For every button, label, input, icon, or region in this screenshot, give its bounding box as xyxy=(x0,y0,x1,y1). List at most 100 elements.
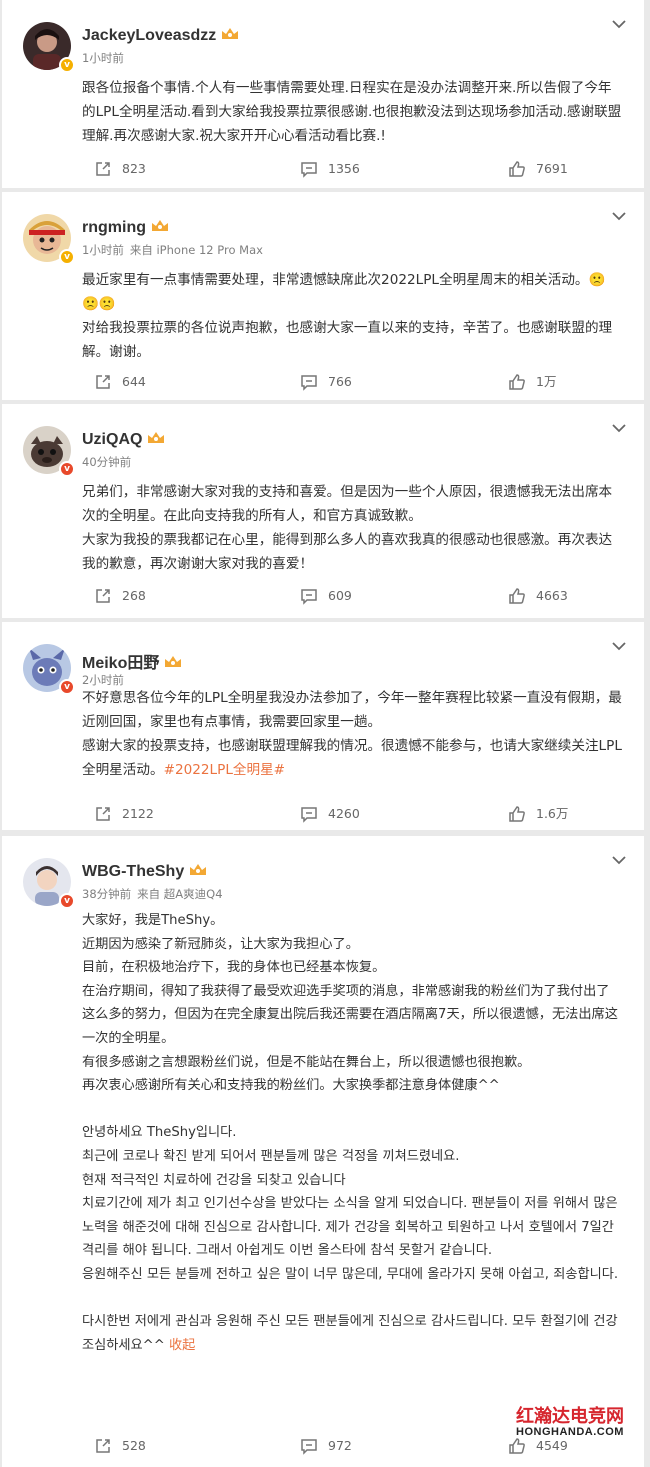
post-meta: 38分钟前 来自 超A爽迪Q4 xyxy=(82,886,223,902)
post-paragraph: 近期因为感染了新冠肺炎，让大家为我担心了。 xyxy=(82,936,359,952)
like-icon xyxy=(509,374,525,390)
repost-button[interactable]: 2122 xyxy=(94,802,154,826)
repost-button[interactable]: 528 xyxy=(94,1434,146,1458)
post-paragraph-text: 다시한번 저에게 관심과 응원해 주신 모든 팬분들에게 진심으로 감사드립니다… xyxy=(82,1314,622,1353)
like-button[interactable]: 1万 xyxy=(508,370,556,394)
like-button[interactable]: 1.6万 xyxy=(508,802,568,826)
post-paragraph xyxy=(82,1287,622,1311)
post-time[interactable]: 40分钟前 xyxy=(82,455,131,469)
user-name[interactable]: UziQAQ xyxy=(82,431,166,449)
repost-count: 528 xyxy=(122,1438,146,1453)
verified-icon: v xyxy=(59,57,75,73)
crown-icon xyxy=(152,220,168,231)
repost-icon xyxy=(96,375,110,389)
post-meta: 1小时前 xyxy=(82,50,130,66)
collapse-link[interactable]: 收起 xyxy=(169,1338,195,1353)
post-paragraph: 有很多感谢之言想跟粉丝们说，但是不能站在舞台上，所以很遗憾也很抱歉。 xyxy=(82,1054,531,1070)
post-paragraph: 再次衷心感谢所有关心和支持我的粉丝们。大家换季都注意身体健康^^ xyxy=(82,1078,500,1094)
post-card: v Meiko田野 2小时前 不好意思各位今年的LPL全明星我没办法参加了，今年… xyxy=(2,622,644,830)
watermark-en: HONGHANDA.COM xyxy=(516,1426,624,1438)
comment-count: 972 xyxy=(328,1438,352,1453)
post-actions: 2122 4260 1.6万 xyxy=(2,802,644,826)
comment-count: 4260 xyxy=(328,806,360,821)
like-icon xyxy=(509,1438,525,1454)
repost-button[interactable]: 823 xyxy=(94,157,146,181)
like-icon xyxy=(509,161,525,177)
post-card: v UziQAQ 40分钟前 兄弟们，非常感谢大家对我的支持和喜爱。但是因为一些… xyxy=(2,404,644,618)
comment-count: 609 xyxy=(328,588,352,603)
comment-button[interactable]: 766 xyxy=(300,370,352,394)
post-time[interactable]: 38分钟前 xyxy=(82,887,131,901)
post-text: 跟各位报备个事情.个人有一些事情需要处理.日程实在是没办法调整开来.所以告假了今… xyxy=(82,76,622,148)
comment-count: 766 xyxy=(328,374,352,389)
comment-icon xyxy=(301,807,317,823)
post-paragraph: 현재 적극적인 치료하에 건강을 되찾고 있습니다 xyxy=(82,1172,346,1188)
comment-button[interactable]: 609 xyxy=(300,584,352,608)
post-paragraph: 兄弟们，非常感谢大家对我的支持和喜爱。但是因为一些个人原因，很遗憾我无法出席本次… xyxy=(82,484,613,524)
crown-icon xyxy=(148,432,165,443)
post-paragraph: 目前，在积极地治疗下，我的身体也已经基本恢复。 xyxy=(82,960,386,976)
chevron-down-icon[interactable] xyxy=(610,422,628,434)
comment-icon xyxy=(301,162,317,178)
post-actions: 268 609 4663 xyxy=(2,584,644,608)
user-name[interactable]: JackeyLoveasdzz xyxy=(82,27,240,45)
crown-icon xyxy=(222,28,239,39)
post-paragraph: 大家为我投的票我都记在心里，能得到那么多人的喜欢我真的很感动也很感激。再次表达我… xyxy=(82,532,613,572)
post-actions: 823 1356 7691 xyxy=(2,157,644,181)
post-text: 最近家里有一点事情需要处理，非常遗憾缺席此次2022LPL全明星周末的相关活动。… xyxy=(82,268,622,364)
user-name[interactable]: WBG-TheShy xyxy=(82,863,208,881)
repost-count: 644 xyxy=(122,374,146,389)
post-source: 来自 iPhone 12 Pro Max xyxy=(129,243,263,257)
post-paragraph: 感谢大家的投票支持，也感谢联盟理解我的情况。很遗憾不能参与，也请大家继续关注LP… xyxy=(82,734,622,782)
comment-button[interactable]: 972 xyxy=(300,1434,352,1458)
chevron-down-icon[interactable] xyxy=(610,854,628,866)
comment-icon xyxy=(301,589,317,605)
post-time[interactable]: 1小时前 xyxy=(82,243,124,257)
repost-button[interactable]: 268 xyxy=(94,584,146,608)
post-card: v rngming 1小时前 来自 iPhone 12 Pro Max 最近家里有… xyxy=(2,192,644,400)
repost-count: 268 xyxy=(122,588,146,603)
repost-button[interactable]: 644 xyxy=(94,370,146,394)
comment-icon xyxy=(301,375,317,391)
like-button[interactable]: 7691 xyxy=(508,157,568,181)
user-name[interactable]: rngming xyxy=(82,219,170,237)
post-card: v JackeyLoveasdzz 1小时前 跟各位报备个事情.个人有一些事情需… xyxy=(2,0,644,188)
like-count: 7691 xyxy=(536,161,568,176)
comment-button[interactable]: 1356 xyxy=(300,157,360,181)
post-paragraph: 안녕하세요 TheShy입니다. xyxy=(82,1125,237,1141)
verified-icon: v xyxy=(59,679,75,695)
chevron-down-icon[interactable] xyxy=(610,18,628,30)
verified-icon: v xyxy=(59,249,75,265)
comment-count: 1356 xyxy=(328,161,360,176)
like-icon xyxy=(509,588,525,604)
repost-count: 823 xyxy=(122,161,146,176)
post-time[interactable]: 1小时前 xyxy=(82,51,124,65)
comment-button[interactable]: 4260 xyxy=(300,802,360,826)
repost-icon xyxy=(96,807,110,821)
post-paragraph: 大家好，我是TheShy。 xyxy=(82,913,224,928)
post-paragraph: 在治疗期间，得知了我获得了最受欢迎选手奖项的消息，非常感谢我的粉丝们为了我付出了… xyxy=(82,983,618,1046)
like-count: 1.6万 xyxy=(536,806,569,821)
post-paragraph: 不好意思各位今年的LPL全明星我没办法参加了，今年一整年赛程比较紧一直没有假期，… xyxy=(82,690,622,730)
like-count: 4663 xyxy=(536,588,568,603)
like-button[interactable]: 4663 xyxy=(508,584,568,608)
like-icon xyxy=(509,806,525,822)
post-paragraph: 最近家里有一点事情需要处理，非常遗憾缺席此次2022LPL全明星周末的相关活动。… xyxy=(82,272,606,288)
crown-icon xyxy=(190,864,207,875)
post-meta: 1小时前 来自 iPhone 12 Pro Max xyxy=(82,242,263,258)
post-paragraph: 응원해주신 모든 분들께 전하고 싶은 말이 너무 많은데, 무대에 올라가지 … xyxy=(82,1266,619,1282)
chevron-down-icon[interactable] xyxy=(610,640,628,652)
like-count: 1万 xyxy=(536,374,557,389)
verified-icon: v xyxy=(59,893,75,909)
topic-link[interactable]: #2022LPL全明星# xyxy=(164,762,286,778)
post-paragraph: 对给我投票拉票的各位说声抱歉，也感谢大家一直以来的支持，辛苦了。也感谢联盟的理解… xyxy=(82,320,613,360)
watermark-cn: 红瀚达电竞网 xyxy=(516,1406,624,1426)
post-meta: 40分钟前 xyxy=(82,454,137,470)
post-paragraph: 치료기간에 제가 최고 인기선수상을 받았다는 소식을 알게 되었습니다. 팬분… xyxy=(82,1196,622,1259)
post-paragraph xyxy=(82,1098,622,1122)
user-name[interactable]: Meiko田野 xyxy=(82,649,183,673)
repost-icon xyxy=(96,1439,110,1453)
chevron-down-icon[interactable] xyxy=(610,210,628,222)
post-time[interactable]: 2小时前 xyxy=(82,673,124,687)
repost-icon xyxy=(96,589,110,603)
